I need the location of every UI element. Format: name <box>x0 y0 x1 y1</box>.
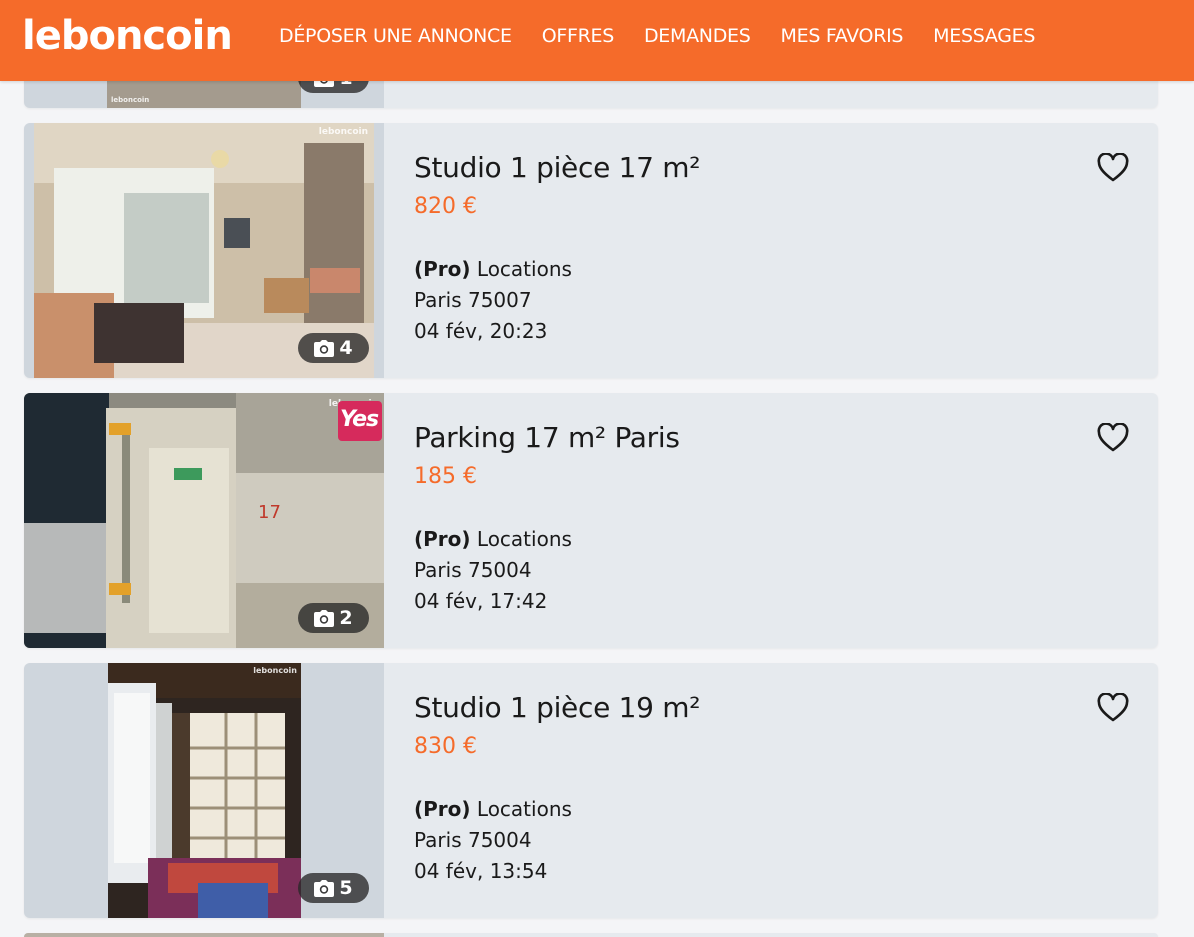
heart-outline-icon <box>1097 423 1129 452</box>
listing-seller: (Pro) Locations <box>414 797 572 821</box>
favorite-button[interactable] <box>1097 423 1129 453</box>
listing-date: 04 fév, 20:23 <box>414 319 548 343</box>
camera-icon <box>314 609 335 627</box>
listing-location: Paris 75007 <box>414 288 532 312</box>
heart-outline-icon <box>1097 153 1129 182</box>
pro-label: (Pro) <box>414 527 471 551</box>
listing-price: 820 € <box>414 194 477 219</box>
camera-icon <box>314 339 335 357</box>
photo-count-badge: 4 <box>298 333 369 363</box>
leboncoin-logo[interactable]: leboncoin <box>22 8 233 64</box>
photo-count-badge: 2 <box>298 603 369 633</box>
listing-photo: leboncoin <box>108 663 301 918</box>
listing-seller: (Pro) Locations <box>414 257 572 281</box>
favorite-button[interactable] <box>1097 153 1129 183</box>
listing-price: 830 € <box>414 734 477 759</box>
pro-label: (Pro) <box>414 257 471 281</box>
camera-icon <box>314 879 335 897</box>
favorite-button[interactable] <box>1097 693 1129 723</box>
listing-thumbnail[interactable] <box>24 933 384 937</box>
nav-messages[interactable]: MESSAGES <box>933 25 1035 47</box>
seller-name: Locations <box>476 527 572 551</box>
photo-count-badge: 5 <box>298 873 369 903</box>
listing-card[interactable]: 17 leboncoin Yes 2 Parking 17 m² Paris 1… <box>24 393 1158 648</box>
listing-title[interactable]: Studio 1 pièce 17 m² <box>414 151 700 184</box>
heart-outline-icon <box>1097 693 1129 722</box>
photo-count: 5 <box>339 877 353 899</box>
listing-price: 185 € <box>414 464 477 489</box>
photo-watermark: leboncoin <box>318 127 368 137</box>
listing-thumbnail[interactable]: leboncoin 5 <box>24 663 384 918</box>
listing-seller: (Pro) Locations <box>414 527 572 551</box>
listing-date: 04 fév, 13:54 <box>414 859 548 883</box>
listing-location: Paris 75004 <box>414 558 532 582</box>
main-nav: DÉPOSER UNE ANNONCE OFFRES DEMANDES MES … <box>279 0 1065 72</box>
listing-thumbnail[interactable]: 17 leboncoin Yes 2 <box>24 393 384 648</box>
listing-title[interactable]: Parking 17 m² Paris <box>414 421 680 454</box>
listing-thumbnail[interactable]: leboncoin 4 <box>24 123 384 378</box>
seller-name: Locations <box>476 797 572 821</box>
nav-demandes[interactable]: DEMANDES <box>644 25 751 47</box>
yes-badge: Yes <box>338 401 382 441</box>
seller-name: Locations <box>476 257 572 281</box>
top-header: leboncoin DÉPOSER UNE ANNONCE OFFRES DEM… <box>0 0 1194 81</box>
listing-card[interactable] <box>24 933 1158 937</box>
listing-title[interactable]: Studio 1 pièce 19 m² <box>414 691 700 724</box>
pro-label: (Pro) <box>414 797 471 821</box>
listing-card[interactable]: leboncoin 5 Studio 1 pièce 19 m² 830 € (… <box>24 663 1158 918</box>
nav-offres[interactable]: OFFRES <box>542 25 615 47</box>
photo-count: 4 <box>339 337 353 359</box>
nav-mes-favoris[interactable]: MES FAVORIS <box>781 25 904 47</box>
photo-count: 2 <box>339 607 353 629</box>
svg-text:17: 17 <box>258 502 281 523</box>
photo-watermark: leboncoin <box>111 96 150 104</box>
nav-deposer-annonce[interactable]: DÉPOSER UNE ANNONCE <box>279 25 512 47</box>
photo-watermark: leboncoin <box>253 666 297 675</box>
listing-card[interactable]: leboncoin 4 Studio 1 pièce 17 m² 820 € (… <box>24 123 1158 378</box>
listing-date: 04 fév, 17:42 <box>414 589 548 613</box>
listing-location: Paris 75004 <box>414 828 532 852</box>
